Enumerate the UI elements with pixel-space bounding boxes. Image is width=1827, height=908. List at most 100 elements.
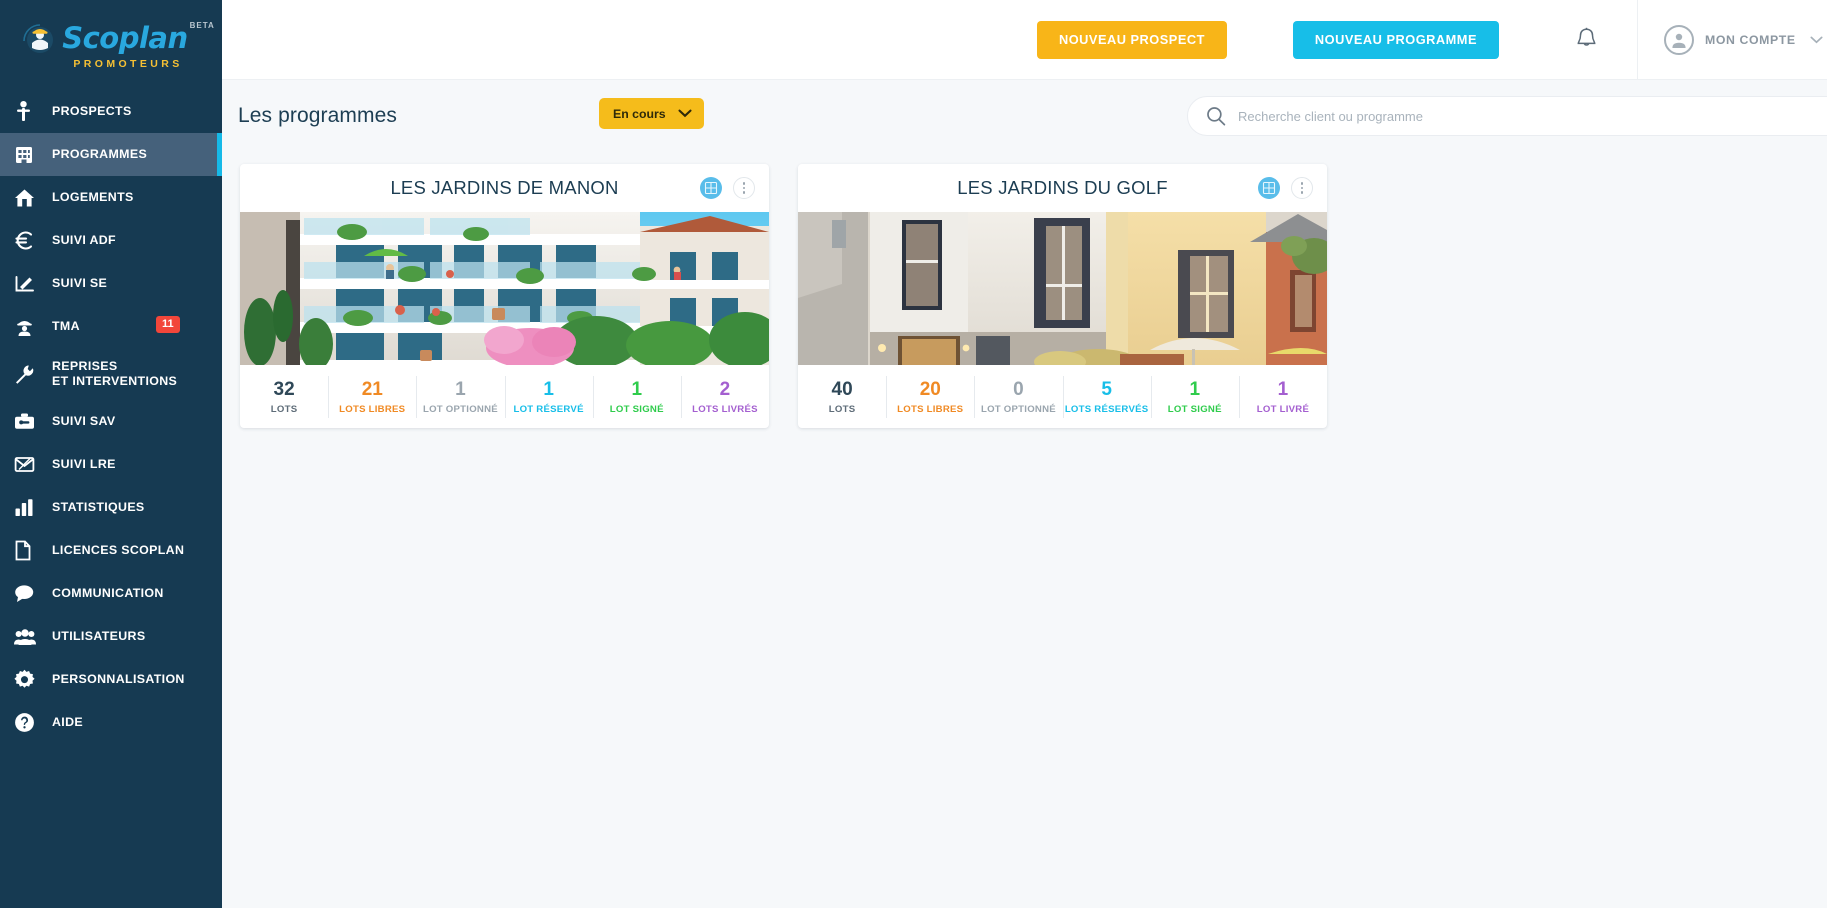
sidebar-item-suivi-lre[interactable]: SUIVI LRE bbox=[0, 443, 222, 486]
sidebar-item-suivi-sav[interactable]: SUIVI SAV bbox=[0, 400, 222, 443]
sidebar-item-personnalisation[interactable]: PERSONNALISATION bbox=[0, 658, 222, 701]
programme-card-header: LES JARDINS DE MANON bbox=[240, 164, 769, 212]
top-bar: NOUVEAU PROSPECT NOUVEAU PROGRAMME MON C… bbox=[222, 0, 1827, 80]
stat-lots: 32 LOTS bbox=[240, 376, 328, 418]
wrench-icon bbox=[14, 362, 44, 386]
sidebar-item-logements[interactable]: LOGEMENTS bbox=[0, 176, 222, 219]
building-icon bbox=[14, 143, 44, 167]
sidebar-item-reprises-et-interventions[interactable]: REPRISES ET INTERVENTIONS bbox=[0, 348, 222, 400]
stat-lot-livre: 1 LOT LIVRÉ bbox=[1238, 375, 1327, 418]
mail-icon bbox=[14, 453, 44, 477]
sidebar-label: TMA bbox=[52, 319, 80, 333]
app-logo[interactable]: Scoplan BETA PROMOTEURS bbox=[0, 0, 222, 88]
sidebar-item-licences-scoplan[interactable]: LICENCES SCOPLAN bbox=[0, 529, 222, 572]
stat-label: LOT SIGNÉ bbox=[609, 404, 664, 415]
stat-value: 1 bbox=[543, 379, 554, 400]
programme-card-header: LES JARDINS DU GOLF bbox=[798, 164, 1327, 212]
sidebar-label: PERSONNALISATION bbox=[52, 672, 185, 686]
signature-icon bbox=[14, 272, 44, 296]
sidebar-item-tma[interactable]: TMA 11 bbox=[0, 305, 222, 348]
stat-lots-libres: 20 LOTS LIBRES bbox=[886, 375, 974, 418]
status-filter-value: En cours bbox=[613, 106, 666, 121]
logo-tagline: PROMOTEURS bbox=[73, 57, 183, 70]
new-programme-button[interactable]: NOUVEAU PROGRAMME bbox=[1292, 20, 1499, 59]
search-input[interactable] bbox=[1238, 98, 1827, 134]
document-icon bbox=[14, 539, 44, 563]
logo-beta-tag: BETA bbox=[189, 20, 215, 30]
programme-card-list: LES JARDINS DE MANON 32 LOTS 21 LOTS LIB… bbox=[222, 152, 1827, 428]
programme-stats: 32 LOTS 21 LOTS LIBRES 1 LOT OPTIONNÉ 1 … bbox=[240, 365, 769, 428]
sidebar-label: SUIVI LRE bbox=[52, 457, 116, 471]
card-more-options-icon[interactable] bbox=[1291, 177, 1313, 199]
sidebar: Scoplan BETA PROMOTEURS PROSPECTS PROGRA… bbox=[0, 0, 222, 908]
stat-value: 5 bbox=[1101, 379, 1112, 400]
account-menu[interactable]: MON COMPTE bbox=[1637, 0, 1827, 80]
stat-lot-optionne: 0 LOT OPTIONNÉ bbox=[974, 375, 1062, 418]
stat-lot-signe: 1 LOT SIGNÉ bbox=[1150, 375, 1239, 418]
bar-chart-icon bbox=[14, 496, 44, 520]
sidebar-item-suivi-se[interactable]: SUIVI SE bbox=[0, 262, 222, 305]
sidebar-nav: PROSPECTS PROGRAMMES LOGEMENTS SUIVI ADF… bbox=[0, 88, 222, 908]
sidebar-item-prospects[interactable]: PROSPECTS bbox=[0, 90, 222, 133]
sidebar-label: AIDE bbox=[52, 715, 84, 729]
stat-label: LOTS LIVRÉS bbox=[692, 404, 758, 415]
stat-lot-signe: 1 LOT SIGNÉ bbox=[592, 375, 681, 418]
chevron-down-icon bbox=[678, 106, 692, 121]
stat-value: 1 bbox=[631, 379, 643, 400]
sidebar-item-aide[interactable]: AIDE bbox=[0, 701, 222, 744]
stat-lot-optionne: 1 LOT OPTIONNÉ bbox=[416, 375, 504, 418]
plan-badge-icon[interactable] bbox=[700, 177, 722, 199]
stat-value: 32 bbox=[273, 379, 295, 400]
sidebar-item-utilisateurs[interactable]: UTILISATEURS bbox=[0, 615, 222, 658]
stat-value: 1 bbox=[455, 379, 466, 400]
stat-value: 2 bbox=[719, 379, 731, 400]
notifications-bell-icon[interactable] bbox=[1573, 26, 1599, 54]
stat-value: 40 bbox=[831, 379, 853, 400]
stat-lot-reserve: 1 LOT RÉSERVÉ bbox=[504, 375, 593, 418]
sidebar-item-statistiques[interactable]: STATISTIQUES bbox=[0, 486, 222, 529]
stat-value: 1 bbox=[1277, 379, 1289, 400]
plan-badge-icon[interactable] bbox=[1258, 177, 1280, 199]
chevron-down-icon bbox=[1810, 31, 1823, 49]
sidebar-item-suivi-adf[interactable]: SUIVI ADF bbox=[0, 219, 222, 262]
stat-lots-libres: 21 LOTS LIBRES bbox=[328, 375, 416, 418]
stat-label: LOTS LIBRES bbox=[339, 404, 406, 415]
avatar bbox=[1664, 24, 1694, 55]
programme-name: LES JARDINS DE MANON bbox=[390, 177, 619, 198]
sidebar-label: REPRISES ET INTERVENTIONS bbox=[52, 359, 178, 388]
tma-count-badge: 11 bbox=[156, 316, 180, 333]
programme-card[interactable]: LES JARDINS DU GOLF 40 LOTS 20 LOTS LIBR… bbox=[798, 164, 1327, 428]
sidebar-label: SUIVI ADF bbox=[52, 233, 116, 247]
sidebar-label: UTILISATEURS bbox=[52, 629, 146, 643]
sidebar-item-communication[interactable]: COMMUNICATION bbox=[0, 572, 222, 615]
search-icon bbox=[1206, 106, 1226, 126]
sidebar-label: SUIVI SAV bbox=[52, 414, 116, 428]
sidebar-item-programmes[interactable]: PROGRAMMES bbox=[0, 133, 222, 176]
stat-lots-livres: 2 LOTS LIVRÉS bbox=[680, 375, 769, 418]
scoplan-logo-icon bbox=[21, 19, 59, 57]
worker-icon bbox=[14, 315, 44, 339]
sidebar-label: LOGEMENTS bbox=[52, 190, 134, 204]
programme-image bbox=[798, 212, 1327, 365]
stat-value: 0 bbox=[1013, 379, 1024, 400]
account-label: MON COMPTE bbox=[1705, 32, 1796, 47]
sidebar-label: LICENCES SCOPLAN bbox=[52, 543, 185, 557]
card-more-options-icon[interactable] bbox=[733, 177, 755, 199]
home-icon bbox=[14, 186, 44, 210]
stat-label: LOT OPTIONNÉ bbox=[980, 404, 1056, 415]
euro-icon bbox=[14, 229, 44, 253]
main-area: NOUVEAU PROSPECT NOUVEAU PROGRAMME MON C… bbox=[222, 0, 1827, 908]
programme-card[interactable]: LES JARDINS DE MANON 32 LOTS 21 LOTS LIB… bbox=[240, 164, 769, 428]
app-root: Scoplan BETA PROMOTEURS PROSPECTS PROGRA… bbox=[0, 0, 1827, 908]
page-title: Les programmes bbox=[238, 104, 397, 127]
programme-image bbox=[240, 212, 769, 365]
programme-name: LES JARDINS DU GOLF bbox=[957, 177, 1168, 198]
status-filter-dropdown[interactable]: En cours bbox=[599, 98, 704, 129]
stat-label: LOTS bbox=[828, 404, 856, 415]
chat-icon bbox=[14, 582, 44, 606]
search-box[interactable] bbox=[1187, 96, 1827, 136]
gear-icon bbox=[14, 668, 44, 692]
new-prospect-button[interactable]: NOUVEAU PROSPECT bbox=[1036, 20, 1227, 59]
stat-value: 1 bbox=[1189, 379, 1201, 400]
users-icon bbox=[14, 625, 44, 649]
